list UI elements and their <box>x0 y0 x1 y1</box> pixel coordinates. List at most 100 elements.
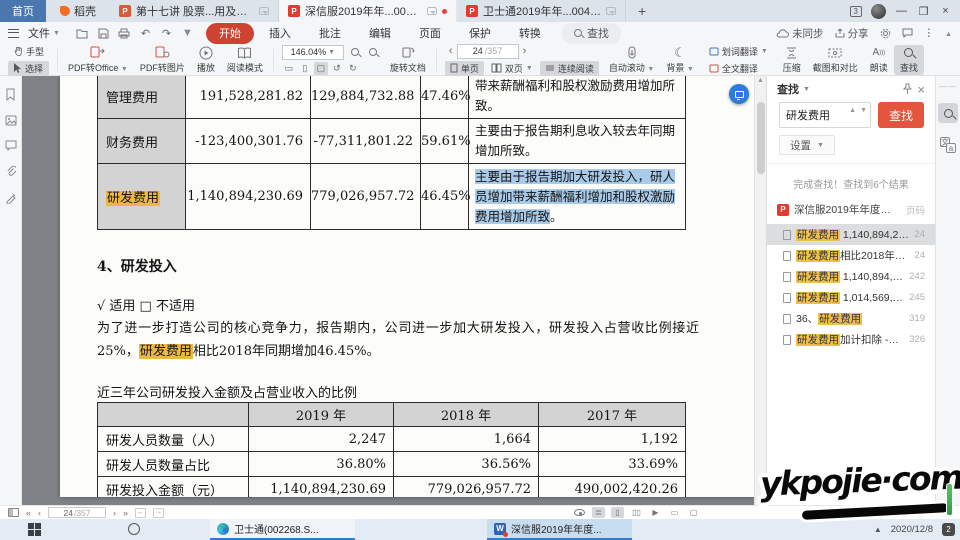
start-button[interactable] <box>28 523 41 536</box>
menu-item-5[interactable]: 保护 <box>456 23 504 44</box>
word-translate-button[interactable]: 划词翻译▼ <box>704 44 773 59</box>
fit-actual-icon[interactable]: ▢ <box>314 62 328 75</box>
prev-page-button[interactable]: ‹ <box>38 508 41 518</box>
eye-protect-icon[interactable] <box>573 507 586 518</box>
document-viewport[interactable]: 管理费用191,528,281.82129,884,732.8847.46%带来… <box>22 76 766 505</box>
page-input[interactable]: 24/357 <box>457 44 519 59</box>
tray-expand-icon[interactable]: ▲ <box>874 525 882 534</box>
chevron-down-icon[interactable]: ▼ <box>803 86 810 93</box>
notification-badge[interactable]: 2 <box>942 523 955 536</box>
find-submit-button[interactable]: 查找 <box>878 102 924 128</box>
menu-item-6[interactable]: 转换 <box>506 23 554 44</box>
minimize-button[interactable]: — <box>895 5 908 17</box>
menu-item-3[interactable]: 编辑 <box>356 23 404 44</box>
seal-icon[interactable] <box>5 192 17 204</box>
play-view-icon[interactable]: ▶ <box>649 507 662 518</box>
mobile-device-button[interactable] <box>729 84 749 104</box>
menu-item-4[interactable]: 页面 <box>406 23 454 44</box>
edge-translate-button[interactable]: 文a <box>938 135 958 155</box>
single-page-button[interactable]: 单页 <box>445 61 484 76</box>
continuous-read-button[interactable]: 连续阅读 <box>540 61 599 76</box>
search-result[interactable]: 36、研发费用319 <box>767 308 935 329</box>
taskbar-task-wps[interactable]: W 深信服2019年年度... <box>487 519 632 540</box>
tab-doc-active[interactable]: P 深信服2019年年...00415.pdf <box>279 0 457 22</box>
find-next-icon[interactable]: ▼ <box>860 107 867 114</box>
play-button[interactable]: 播放 <box>191 45 221 75</box>
open-icon[interactable] <box>76 27 89 40</box>
tab-home[interactable]: 首页 <box>0 0 46 22</box>
undo-icon[interactable]: ↶ <box>139 27 152 40</box>
compress-button[interactable]: 压缩 <box>777 45 807 75</box>
fit-page-view-icon[interactable]: ▢ <box>687 507 700 518</box>
clock-date[interactable]: 2020/12/8 <box>891 524 933 535</box>
scroll-up-icon[interactable]: ▲ <box>755 76 766 86</box>
file-menu[interactable]: 文件 ▼ <box>24 25 64 41</box>
search-result[interactable]: 研发费用 1,014,569,848245 <box>767 287 935 308</box>
fit-width-view-icon[interactable]: ▭ <box>668 507 681 518</box>
print-icon[interactable] <box>118 27 131 40</box>
hand-tool[interactable]: 手型 <box>8 44 49 59</box>
select-tool[interactable]: 选择 <box>8 61 49 76</box>
new-tab-button[interactable]: + <box>626 0 658 22</box>
thumbnail-icon[interactable] <box>5 115 17 126</box>
single-page-view-icon[interactable]: ▯ <box>611 507 624 518</box>
redo-icon[interactable]: ↷ <box>160 27 173 40</box>
fit-width-icon[interactable]: ▭ <box>282 62 296 75</box>
menu-search[interactable]: 查找 <box>562 23 621 44</box>
find-prev-icon[interactable]: ▲ <box>849 107 856 114</box>
close-panel-icon[interactable]: × <box>917 82 925 97</box>
view-back-icon[interactable]: ← <box>135 508 146 518</box>
cortana-button[interactable] <box>128 523 140 535</box>
settings-dropdown[interactable]: 设置 ▼ <box>779 135 835 155</box>
comment-icon[interactable] <box>902 28 913 38</box>
full-translate-button[interactable]: 全文翻译 <box>704 61 773 76</box>
more-icon[interactable]: ⋮ <box>924 27 935 39</box>
screenshot-compare-button[interactable]: 截图和对比 <box>807 45 864 75</box>
gear-icon[interactable] <box>880 28 891 39</box>
menu-item-0[interactable]: 开始 <box>206 23 254 44</box>
read-aloud-button[interactable]: A))) 朗读 <box>864 45 894 75</box>
page-prev-button[interactable]: ‹ <box>445 45 457 57</box>
save-icon[interactable] <box>97 27 110 40</box>
search-result[interactable]: 研发费用 1,140,894,230242 <box>767 266 935 287</box>
first-page-button[interactable]: « <box>26 508 31 518</box>
fit-page-icon[interactable]: ▯ <box>298 62 312 75</box>
search-result[interactable]: 研发费用 1,140,894,23024 <box>767 224 935 245</box>
tab-doc-pdf2[interactable]: P 卫士通2019年年...00429.pdf <box>457 0 626 22</box>
background-button[interactable]: ☾ 背景 ▼ <box>660 45 699 75</box>
close-button[interactable]: × <box>939 5 952 17</box>
comment-list-icon[interactable] <box>5 140 17 151</box>
view-forward-icon[interactable]: → <box>153 508 164 518</box>
last-page-button[interactable]: » <box>123 508 128 518</box>
pdf-to-office-button[interactable]: PDF转Office ▼ <box>62 45 134 75</box>
rotate-left-icon[interactable]: ↺ <box>330 62 344 75</box>
zoom-out-button[interactable] <box>348 46 362 59</box>
result-file-row[interactable]: P 深信服2019年年度报告202... 页码 <box>767 202 935 217</box>
collapse-ribbon-icon[interactable]: ▼ <box>945 30 952 37</box>
auto-scroll-button[interactable]: 自动滚动 ▼ <box>603 45 660 75</box>
bookmark-icon[interactable] <box>5 88 16 101</box>
rotate-document-button[interactable]: 旋转文档 <box>384 45 432 75</box>
avatar[interactable] <box>871 4 886 19</box>
sync-status[interactable]: 未同步 <box>776 26 824 41</box>
hamburger-icon[interactable] <box>8 29 19 38</box>
panel-toggle-icon[interactable] <box>8 508 19 517</box>
menu-item-2[interactable]: 批注 <box>306 23 354 44</box>
pin-icon[interactable] <box>902 83 913 95</box>
double-page-button[interactable]: 双页▼ <box>486 61 538 76</box>
page-next-button[interactable]: › <box>519 45 531 57</box>
rotate-right-icon[interactable]: ↻ <box>346 62 360 75</box>
attachment-icon[interactable] <box>6 165 16 178</box>
toolbar-options-icon[interactable]: ▼ <box>181 27 194 40</box>
menu-item-1[interactable]: 插入 <box>256 23 304 44</box>
zoom-input[interactable]: 146.04%▼ <box>282 45 344 60</box>
double-page-view-icon[interactable]: ▯▯ <box>630 507 643 518</box>
continuous-view-icon[interactable]: ≣ <box>592 507 605 518</box>
zoom-in-button[interactable] <box>366 46 380 59</box>
search-result[interactable]: 研发费用相比2018年同期增加24 <box>767 245 935 266</box>
maximize-button[interactable]: ❐ <box>917 5 930 18</box>
window-count[interactable]: 3 <box>850 6 862 17</box>
find-tool-button[interactable]: 查找 <box>894 45 924 75</box>
statusbar-page-input[interactable]: 24/357 <box>48 507 106 518</box>
pdf-to-image-button[interactable]: PDF转图片 <box>134 45 191 75</box>
